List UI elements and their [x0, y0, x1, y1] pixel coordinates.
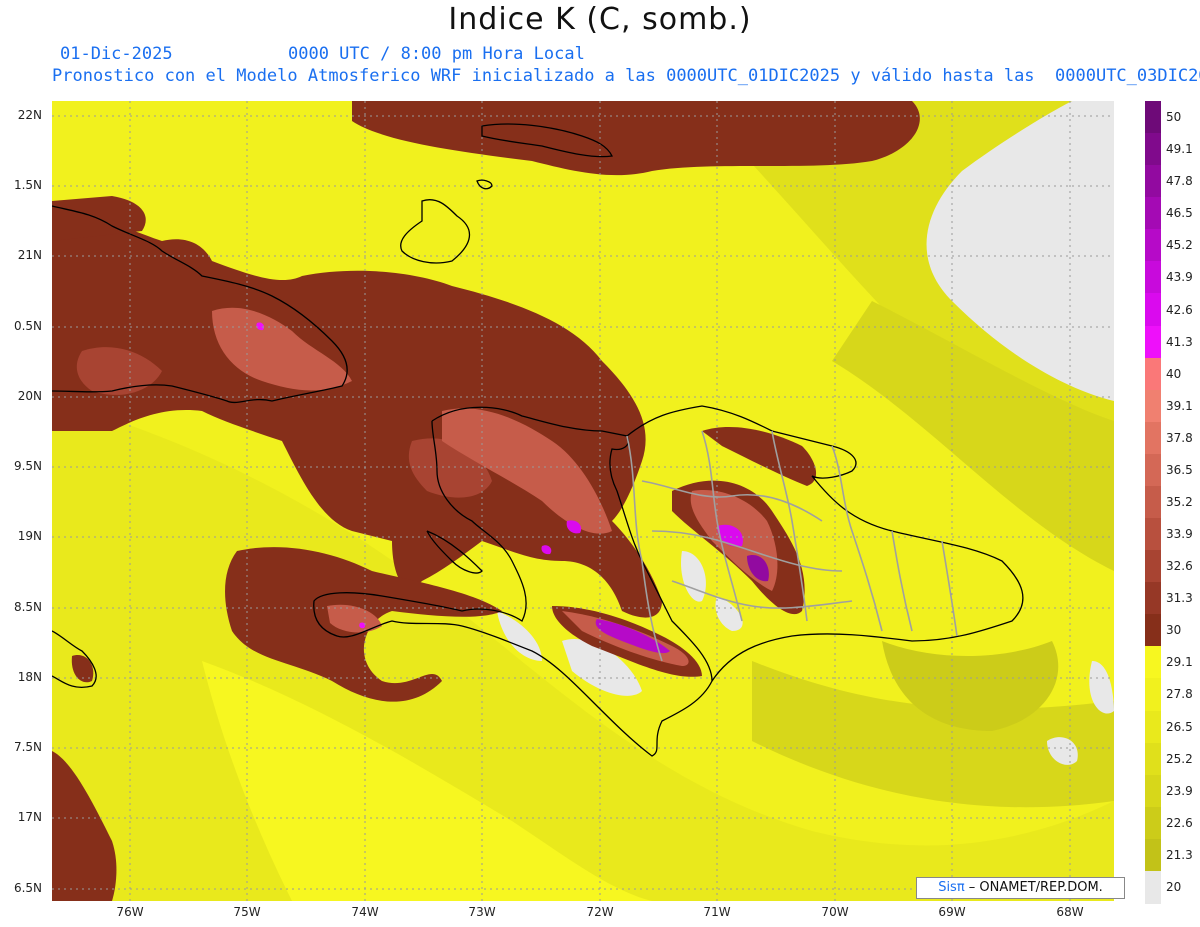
lat-label: 20N: [17, 389, 42, 403]
lat-label: 19N: [17, 529, 42, 543]
colorbar-segment: [1145, 614, 1161, 648]
colorbar-segment: [1145, 518, 1161, 552]
colorbar-label: 47.8: [1166, 174, 1193, 189]
lon-label: 73W: [468, 905, 496, 919]
colorbar-segment: [1145, 550, 1161, 584]
colorbar-label: 32.6: [1166, 559, 1193, 574]
colorbar-label: 35.2: [1166, 495, 1193, 509]
colorbar-label: 33.9: [1166, 527, 1193, 542]
lat-label: 6.5N: [13, 881, 42, 895]
colorbar-segment: [1145, 485, 1161, 519]
colorbar: [1145, 101, 1161, 904]
lat-label: 8.5N: [13, 600, 42, 614]
colorbar-segment: [1145, 453, 1161, 487]
colorbar-segment: [1145, 325, 1161, 359]
colorbar-label: 31.3: [1166, 591, 1193, 606]
lon-label: 75W: [233, 905, 261, 919]
colorbar-label: 49.1: [1166, 142, 1193, 157]
colorbar-label: 29.1: [1166, 655, 1193, 670]
colorbar-label: 30: [1166, 623, 1182, 638]
lat-label: 7.5N: [13, 740, 42, 754]
colorbar-label: 45.2: [1166, 238, 1193, 253]
colorbar-segment: [1145, 389, 1161, 423]
lon-label: 74W: [351, 905, 379, 919]
colorbar-segment: [1145, 806, 1161, 840]
lon-label: 69W: [938, 905, 966, 919]
lat-label: 0.5N: [13, 319, 42, 333]
map-canvas: [52, 101, 1114, 901]
lon-label: 76W: [116, 905, 144, 919]
colorbar-label: 26.5: [1166, 719, 1193, 734]
lat-label: 9.5N: [13, 459, 42, 473]
colorbar-label: 23.9: [1166, 783, 1193, 798]
colorbar-segment: [1145, 229, 1161, 263]
k-index-map: [52, 101, 1114, 901]
colorbar-segment: [1145, 742, 1161, 776]
colorbar-segment: [1145, 582, 1161, 616]
colorbar-label: 27.8: [1166, 687, 1193, 702]
lon-label: 71W: [703, 905, 731, 919]
colorbar-segment: [1145, 421, 1161, 455]
colorbar-segment: [1145, 646, 1161, 680]
forecast-date: 01-Dic-2025: [60, 44, 173, 64]
colorbar-segment: [1145, 165, 1161, 199]
lat-label: 17N: [17, 810, 42, 824]
forecast-time: 0000 UTC / 8:00 pm Hora Local: [288, 44, 585, 64]
colorbar-label: 20: [1166, 879, 1182, 894]
forecast-description: Pronostico con el Modelo Atmosferico WRF…: [52, 66, 1200, 86]
colorbar-segment: [1145, 197, 1161, 231]
credit-brand: Sisπ: [938, 880, 965, 895]
lat-label: 1.5N: [13, 178, 42, 192]
lon-label: 72W: [586, 905, 614, 919]
colorbar-label: 42.6: [1166, 302, 1193, 317]
colorbar-label: 41.3: [1166, 334, 1193, 349]
colorbar-segment: [1145, 357, 1161, 391]
colorbar-segment: [1145, 774, 1161, 808]
colorbar-segment: [1145, 101, 1161, 134]
colorbar-segment: [1145, 678, 1161, 712]
colorbar-label: 22.6: [1166, 815, 1193, 830]
colorbar-segment: [1145, 870, 1161, 904]
lat-label: 22N: [17, 108, 42, 122]
lat-label: 21N: [17, 248, 42, 262]
map-title: Indice K (C, somb.): [448, 2, 752, 37]
magenta-core-7: [359, 622, 366, 629]
colorbar-segment: [1145, 293, 1161, 327]
colorbar-segment: [1145, 838, 1161, 872]
colorbar-segment: [1145, 133, 1161, 167]
colorbar-label: 40: [1166, 366, 1182, 381]
lat-label: 18N: [17, 670, 42, 684]
colorbar-label: 36.5: [1166, 462, 1193, 477]
colorbar-segment: [1145, 261, 1161, 295]
colorbar-segment: [1145, 710, 1161, 744]
colorbar-label: 21.3: [1166, 847, 1193, 862]
credit-box: Sisπ – ONAMET/REP.DOM.: [916, 877, 1125, 899]
colorbar-label: 25.2: [1166, 751, 1193, 766]
lon-label: 70W: [821, 905, 849, 919]
credit-org: ONAMET/REP.DOM.: [979, 880, 1103, 895]
colorbar-label: 39.1: [1166, 398, 1193, 413]
colorbar-label: 50: [1166, 110, 1182, 125]
colorbar-label: 43.9: [1166, 270, 1193, 285]
colorbar-label: 46.5: [1166, 206, 1193, 221]
lon-label: 68W: [1056, 905, 1084, 919]
colorbar-label: 37.8: [1166, 430, 1193, 445]
